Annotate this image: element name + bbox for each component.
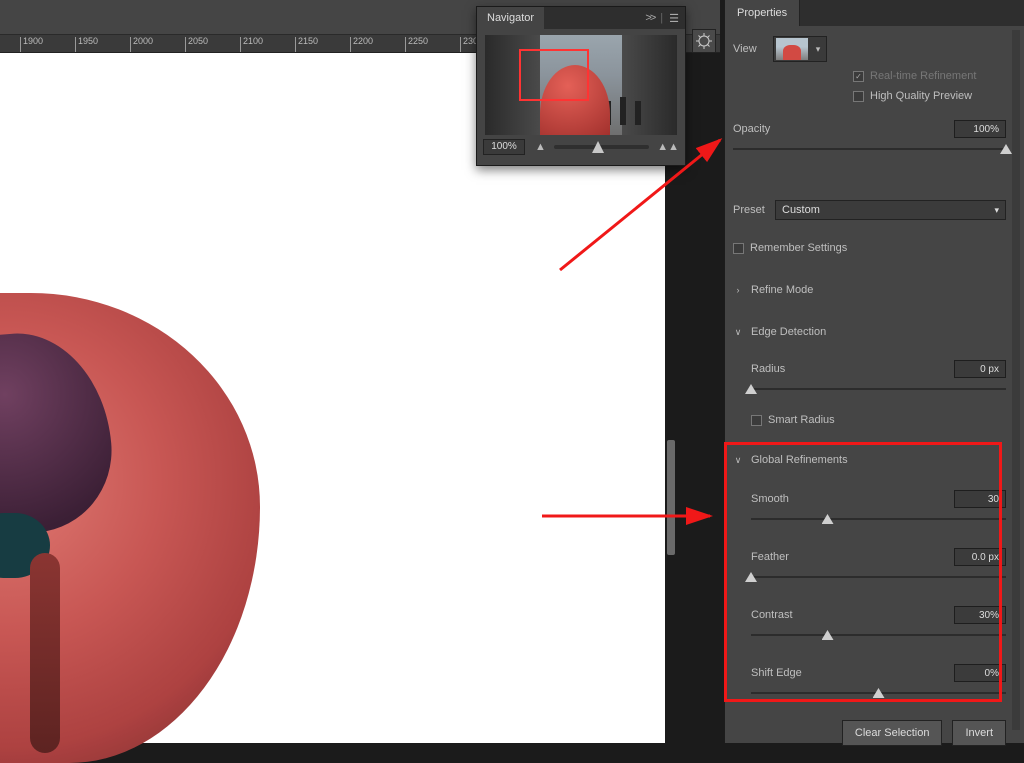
- properties-panel: Properties View ▾ ✓ Real-time Refinement…: [724, 0, 1024, 743]
- navigator-zoom-input[interactable]: 100%: [483, 139, 525, 155]
- navigator-tabbar: Navigator >> | ☰: [477, 7, 685, 29]
- navigator-panel[interactable]: Navigator >> | ☰ 100% ▲ ▲▲: [476, 6, 686, 166]
- feather-slider[interactable]: [751, 572, 1006, 582]
- view-label: View: [733, 43, 773, 55]
- invert-button[interactable]: Invert: [952, 720, 1006, 746]
- smooth-slider[interactable]: [751, 514, 1006, 524]
- view-thumbnail: [776, 38, 808, 60]
- chevron-down-icon: ∨: [733, 327, 743, 338]
- high-quality-preview-label: High Quality Preview: [870, 90, 972, 102]
- radius-label: Radius: [751, 363, 785, 375]
- properties-tab[interactable]: Properties: [725, 0, 800, 26]
- global-refinements-section[interactable]: ∨ Global Refinements: [733, 454, 1006, 466]
- smooth-input[interactable]: 30: [954, 490, 1006, 508]
- smooth-label: Smooth: [751, 493, 789, 505]
- contrast-slider[interactable]: [751, 630, 1006, 640]
- preset-value: Custom: [782, 204, 820, 216]
- view-mode-dropdown[interactable]: ▾: [773, 36, 827, 62]
- opacity-input[interactable]: 100%: [954, 120, 1006, 138]
- vertical-scrollbar[interactable]: [667, 440, 675, 555]
- edge-detection-section[interactable]: ∨ Edge Detection: [733, 326, 1006, 338]
- realtime-refinement-label: Real-time Refinement: [870, 70, 976, 82]
- refine-mode-label: Refine Mode: [751, 284, 813, 296]
- remember-settings-checkbox[interactable]: [733, 243, 744, 254]
- properties-scrollbar[interactable]: [1012, 30, 1020, 730]
- remember-settings-label: Remember Settings: [750, 242, 847, 254]
- clear-selection-button[interactable]: Clear Selection: [842, 720, 943, 746]
- global-refinements-label: Global Refinements: [751, 454, 848, 466]
- opacity-slider[interactable]: [733, 144, 1006, 154]
- preset-dropdown[interactable]: Custom ▾: [775, 200, 1006, 220]
- edge-detection-label: Edge Detection: [751, 326, 826, 338]
- chevron-right-icon: ›: [733, 285, 743, 295]
- shift-edge-label: Shift Edge: [751, 667, 802, 679]
- realtime-refinement-checkbox[interactable]: ✓: [853, 71, 864, 82]
- opacity-label: Opacity: [733, 123, 770, 135]
- smart-radius-label: Smart Radius: [768, 414, 835, 426]
- preset-label: Preset: [733, 204, 775, 216]
- radius-slider[interactable]: [751, 384, 1006, 394]
- navigator-preview[interactable]: [485, 35, 677, 135]
- zoom-out-icon[interactable]: ▲: [535, 141, 546, 153]
- ruler-tick: 2300: [460, 37, 461, 53]
- feather-input[interactable]: 0.0 px: [954, 548, 1006, 566]
- navigator-collapse-icon[interactable]: >>: [645, 12, 654, 24]
- chevron-down-icon: ▾: [994, 205, 999, 216]
- navigator-menu-icon[interactable]: ☰: [669, 12, 679, 25]
- chevron-down-icon: ∨: [733, 455, 743, 466]
- select-and-mask-icon[interactable]: [692, 29, 716, 53]
- properties-tabbar: Properties: [725, 0, 1024, 26]
- subject-cutout: [0, 13, 400, 753]
- feather-label: Feather: [751, 551, 789, 563]
- smart-radius-checkbox[interactable]: [751, 415, 762, 426]
- chevron-down-icon: ▾: [810, 44, 826, 55]
- contrast-label: Contrast: [751, 609, 793, 621]
- zoom-in-icon[interactable]: ▲▲: [657, 141, 679, 153]
- navigator-view-box[interactable]: [519, 49, 589, 101]
- shift-edge-input[interactable]: 0%: [954, 664, 1006, 682]
- navigator-zoom-slider[interactable]: [554, 145, 649, 149]
- contrast-input[interactable]: 30%: [954, 606, 1006, 624]
- shift-edge-slider[interactable]: [751, 688, 1006, 698]
- navigator-tab[interactable]: Navigator: [477, 7, 544, 29]
- navigator-divider: |: [660, 12, 663, 24]
- high-quality-preview-checkbox[interactable]: [853, 91, 864, 102]
- ruler-tick: 2250: [405, 37, 406, 53]
- refine-mode-section[interactable]: › Refine Mode: [733, 284, 1006, 296]
- radius-input[interactable]: 0 px: [954, 360, 1006, 378]
